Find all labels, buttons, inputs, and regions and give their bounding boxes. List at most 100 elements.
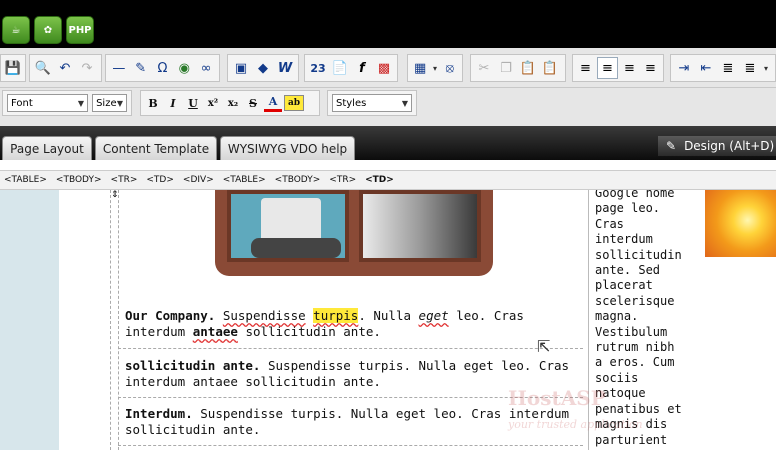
bold-button[interactable]: B [144,94,162,112]
para-text: sollicitudin ante. [245,324,381,339]
image-icon[interactable]: ▣ [231,58,251,78]
paste-icon[interactable]: 📋 [518,58,538,78]
cut-icon[interactable]: ✂ [474,58,494,78]
cup-icon[interactable]: ☕ [2,16,30,44]
left-column [0,190,59,450]
right-column-text[interactable]: Google home page leo. Cras interdum soll… [595,190,695,448]
para-text-italic: eget [418,308,449,323]
watermark-logo: HostASP [508,386,606,410]
hr-icon[interactable]: — [109,58,129,78]
omega-icon[interactable]: Ω [153,58,173,78]
right-line: sollicitudin [595,247,682,262]
para-text-bold: antaee [192,324,238,339]
ordered-list-icon[interactable]: ≣ [718,58,738,78]
size-select-label: Size [96,97,117,109]
table-group: ▦ ▾ ⦻ [407,54,463,82]
styles-select-label: Styles [336,97,367,109]
align-left-icon[interactable]: ≡ [576,58,595,78]
edit-group: 🔍 ↶ ↷ [29,54,102,82]
app-header: ☕ ✿ PHP [0,0,776,48]
right-line: Vestibulum [595,324,668,339]
editor-canvas[interactable]: ⇕ Our Company. Suspendisse turpis. Nulla… [0,190,776,450]
separator [118,348,583,349]
size-select[interactable]: Size ▼ [92,94,127,112]
tag-path-item[interactable]: <TABLE> [223,175,266,185]
flash-icon[interactable]: f [352,58,372,78]
page-icon[interactable]: 📄 [330,58,350,78]
align-group: ≡ ≡ ≡ ≡ [572,54,664,82]
resize-handle-icon[interactable]: ⇕ [111,190,119,200]
separator [118,445,583,446]
font-color-button[interactable]: A [264,95,282,112]
highlight-pen-icon[interactable]: ✎ [131,58,151,78]
tab-wysiwyg-vdo-help[interactable]: WYSIWYG VDO help [220,136,355,160]
toolbar-row-1: 💾 🔍 ↶ ↷ — ✎ Ω ◉ ∞ ▣ ◆ W 23 📄 f ▩ ▦ ▾ ⦻ ✂… [0,48,776,88]
design-mode-label: Design (Alt+D) [684,139,775,153]
chevron-down-icon: ▼ [401,98,408,108]
tag-path-item[interactable]: <TABLE> [4,175,47,185]
insert-group: — ✎ Ω ◉ ∞ [105,54,220,82]
tag-path-item[interactable]: <TR> [329,175,356,185]
cell-border [110,190,111,450]
globe-icon[interactable]: ◉ [174,58,194,78]
chevron-down-icon: ▼ [116,98,123,108]
right-line: Cras [595,216,624,231]
right-line: rutrum nibh [595,340,675,355]
tag-path-item-current[interactable]: <TD> [365,175,394,185]
find-icon[interactable]: 🔍 [33,58,53,78]
chevron-down-icon[interactable]: ▾ [762,58,770,78]
mouse-cursor-icon: ⇱ [537,337,551,356]
highlighted-word: turpis [313,308,359,323]
watermark-tagline: your trusted application [508,418,643,431]
subscript-button[interactable]: x₂ [224,94,242,112]
unlink-icon[interactable]: ∞ [196,58,216,78]
align-center-icon[interactable]: ≡ [597,57,618,79]
outdent-icon[interactable]: ⇤ [696,58,716,78]
strikethrough-button[interactable]: S [244,94,262,112]
tab-page-layout[interactable]: Page Layout [2,136,92,160]
paste-text-icon[interactable]: 📋 [540,58,560,78]
justify-icon[interactable]: ≡ [641,58,660,78]
indent-icon[interactable]: ⇥ [674,58,694,78]
font-select[interactable]: Font ▼ [7,94,89,112]
tag-path-item[interactable]: <TR> [111,175,138,185]
object-group: 23 📄 f ▩ [304,54,398,82]
chevron-down-icon[interactable]: ▾ [431,58,438,78]
align-right-icon[interactable]: ≡ [620,58,639,78]
font-select-label: Font [11,97,33,109]
para-heading: sollicitudin ante. [125,358,261,373]
media-group: ▣ ◆ W [227,54,299,82]
underline-button[interactable]: U [184,94,202,112]
paragraph-our-company[interactable]: Our Company. Suspendisse turpis. Nulla e… [125,308,585,340]
cell-border [118,190,119,450]
tag-path-bar: <TABLE> <TBODY> <TR> <TD> <DIV> <TABLE> … [0,170,776,190]
redo-icon[interactable]: ↷ [77,58,97,78]
tag-path-item[interactable]: <DIV> [183,175,214,185]
tab-content-template[interactable]: Content Template [95,136,217,160]
right-line: natoque [595,386,646,401]
tag-path-item[interactable]: <TBODY> [275,175,321,185]
highlight-color-button[interactable]: ab [284,95,304,111]
tag-path-item[interactable]: <TD> [146,175,174,185]
number-23-icon[interactable]: 23 [308,58,328,78]
anchor-icon[interactable]: ◆ [253,58,273,78]
film-icon[interactable]: ▩ [374,58,394,78]
tag-path-item[interactable]: <TBODY> [56,175,102,185]
tab-bar: Page Layout Content Template WYSIWYG VDO… [0,126,776,160]
php-button[interactable]: PHP [66,16,94,44]
italic-button[interactable]: I [164,94,182,112]
right-line: page leo. [595,201,661,216]
cell-select-icon[interactable]: ⦻ [441,58,459,78]
superscript-button[interactable]: x² [204,94,222,112]
photo-pane [359,190,481,262]
styles-select[interactable]: Styles ▼ [332,94,412,112]
word-icon[interactable]: W [275,58,295,78]
table-icon[interactable]: ▦ [411,58,429,78]
undo-icon[interactable]: ↶ [55,58,75,78]
right-line: parturient [595,432,668,447]
leaf-icon[interactable]: ✿ [34,16,62,44]
copy-icon[interactable]: ❐ [496,58,516,78]
unordered-list-icon[interactable]: ≣ [740,58,760,78]
design-mode-button[interactable]: ✎ Design (Alt+D) [658,136,776,156]
save-icon[interactable]: 💾 [4,58,22,78]
